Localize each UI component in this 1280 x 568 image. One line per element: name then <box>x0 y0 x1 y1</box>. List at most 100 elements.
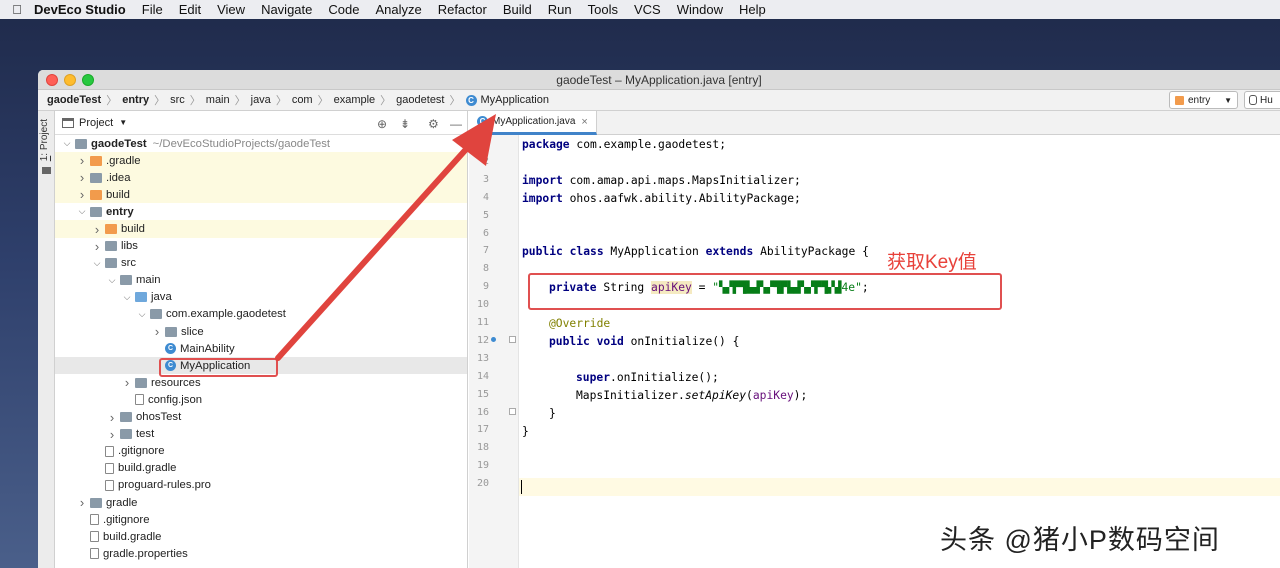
chevron-down-icon[interactable]: ⌵ <box>136 309 148 320</box>
tree-item[interactable]: ⌵ gaodeTest ~/DevEcoStudioProjects/gaodeTe… <box>55 135 467 152</box>
chevron-down-icon[interactable]: ⌵ <box>91 258 103 269</box>
tree-item[interactable]: config.json <box>55 391 467 408</box>
menu-window[interactable]: Window <box>677 2 723 17</box>
code-line-1: package com.example.gaodetest; <box>522 138 727 151</box>
chevron-right-icon[interactable]: › <box>76 187 88 202</box>
breadcrumb-src[interactable]: src <box>170 94 185 106</box>
tree-item[interactable]: ⌵ main <box>55 272 467 289</box>
tree-item[interactable]: ⌵ java <box>55 289 467 306</box>
mac-menubar:  DevEco Studio File Edit View Navigate … <box>0 0 1280 19</box>
chevron-down-icon[interactable]: ⌵ <box>76 206 88 217</box>
hide-panel-icon[interactable]: — <box>450 117 462 131</box>
chevron-right-icon[interactable]: › <box>151 324 163 339</box>
chevron-down-icon: ▼ <box>1224 95 1232 105</box>
menu-build[interactable]: Build <box>503 2 532 17</box>
chevron-right-icon: 〉 <box>106 95 118 107</box>
chevron-right-icon[interactable]: › <box>76 495 88 510</box>
project-tool-window-button[interactable]: 1: Project <box>39 119 50 161</box>
override-marker-icon[interactable] <box>491 337 496 342</box>
run-configuration-select[interactable]: entry ▼ <box>1169 91 1238 109</box>
breadcrumb-com[interactable]: com <box>292 94 313 106</box>
menu-code[interactable]: Code <box>328 2 359 17</box>
chevron-right-icon[interactable]: › <box>76 170 88 185</box>
breadcrumb-project[interactable]: gaodeTest <box>47 94 101 106</box>
chevron-right-icon[interactable]: › <box>91 222 103 237</box>
apple-icon[interactable]:  <box>0 2 34 17</box>
menu-view[interactable]: View <box>217 2 245 17</box>
menu-refactor[interactable]: Refactor <box>438 2 487 17</box>
breadcrumb-example[interactable]: example <box>334 94 376 106</box>
tree-item[interactable]: › .idea <box>55 169 467 187</box>
tree-item-label: build.gradle <box>103 530 162 543</box>
tree-item[interactable]: C MainAbility <box>55 340 467 357</box>
menu-edit[interactable]: Edit <box>179 2 201 17</box>
chevron-right-icon[interactable]: › <box>76 153 88 168</box>
tree-item[interactable]: › slice <box>55 323 467 340</box>
tree-item-label: slice <box>181 325 204 338</box>
tree-item[interactable]: build.gradle <box>55 528 467 545</box>
chevron-down-icon[interactable]: ▼ <box>119 118 127 127</box>
tree-item[interactable]: › gradle <box>55 494 467 511</box>
tab-myapplication[interactable]: C MyApplication.java × <box>469 111 597 135</box>
menu-run[interactable]: Run <box>548 2 572 17</box>
chevron-right-icon[interactable]: › <box>121 375 133 390</box>
chevron-down-icon[interactable]: ⌵ <box>121 292 133 303</box>
tree-item[interactable]: proguard-rules.pro <box>55 477 467 494</box>
code-area[interactable]: package com.example.gaodetest; import co… <box>519 135 1280 568</box>
window-title: gaodeTest – MyApplication.java [entry] <box>556 73 762 87</box>
tree-item[interactable]: ⌵ com.example.gaodetest <box>55 306 467 323</box>
gear-icon[interactable]: ⚙ <box>428 117 439 131</box>
menu-navigate[interactable]: Navigate <box>261 2 312 17</box>
folder-icon <box>105 258 117 269</box>
breadcrumb-main[interactable]: main <box>206 94 230 106</box>
line-number: 19 <box>476 460 489 472</box>
app-menu[interactable]: DevEco Studio <box>34 2 126 17</box>
chevron-down-icon[interactable]: ⌵ <box>106 275 118 286</box>
tree-item[interactable]: ⌵ src <box>55 255 467 272</box>
tree-item[interactable]: .gitignore <box>55 443 467 460</box>
tree-item[interactable]: ⌵ entry <box>55 203 467 220</box>
project-tree: ⌵ gaodeTest ~/DevEcoStudioProjects/gaodeTe… <box>55 135 467 562</box>
tree-item[interactable]: build.gradle <box>55 460 467 477</box>
tree-item[interactable]: gradle.properties <box>55 545 467 562</box>
menu-help[interactable]: Help <box>739 2 766 17</box>
fold-marker-icon[interactable] <box>509 408 516 415</box>
menu-file[interactable]: File <box>142 2 163 17</box>
tree-item[interactable]: .gitignore <box>55 511 467 528</box>
breadcrumb-gaodetest[interactable]: gaodetest <box>396 94 444 106</box>
chevron-right-icon[interactable]: › <box>106 427 118 442</box>
breadcrumb-java[interactable]: java <box>251 94 271 106</box>
locate-icon[interactable]: ⊕ <box>377 117 387 131</box>
chevron-right-icon: 〉 <box>275 95 287 107</box>
tree-item-label: .idea <box>106 171 131 184</box>
tree-item[interactable]: › .gradle <box>55 152 467 170</box>
class-icon: C <box>165 343 176 355</box>
chevron-down-icon[interactable]: ⌵ <box>61 138 73 149</box>
breadcrumb-module[interactable]: entry <box>122 94 149 106</box>
menu-tools[interactable]: Tools <box>588 2 618 17</box>
collapse-all-icon[interactable]: ⇟ <box>400 117 410 131</box>
fold-marker-icon[interactable] <box>509 336 516 343</box>
project-view-select[interactable]: Project <box>79 117 113 129</box>
title-bar: gaodeTest – MyApplication.java [entry] <box>38 70 1280 90</box>
folder-icon <box>120 275 132 286</box>
folder-icon <box>120 429 132 440</box>
code-line-15: MapsInitializer.setApiKey(apiKey); <box>576 389 808 402</box>
line-number: 16 <box>476 406 489 418</box>
tree-item[interactable]: › test <box>55 426 467 443</box>
tree-item[interactable]: › ohosTest <box>55 409 467 426</box>
chevron-right-icon[interactable]: › <box>106 410 118 425</box>
tree-item[interactable]: › libs <box>55 238 467 255</box>
tree-item-label: entry <box>106 205 134 218</box>
menu-analyze[interactable]: Analyze <box>375 2 421 17</box>
code-line-11: @Override <box>549 317 611 330</box>
close-icon[interactable]: × <box>581 116 587 128</box>
menu-vcs[interactable]: VCS <box>634 2 661 17</box>
device-select[interactable]: Hu <box>1244 91 1280 109</box>
run-configuration-label: entry <box>1188 94 1211 106</box>
breadcrumb-class[interactable]: MyApplication <box>481 94 549 106</box>
tree-item[interactable]: › build <box>55 186 467 204</box>
chevron-right-icon[interactable]: › <box>91 239 103 254</box>
tree-item[interactable]: › build <box>55 220 467 238</box>
line-number: 10 <box>476 299 489 311</box>
